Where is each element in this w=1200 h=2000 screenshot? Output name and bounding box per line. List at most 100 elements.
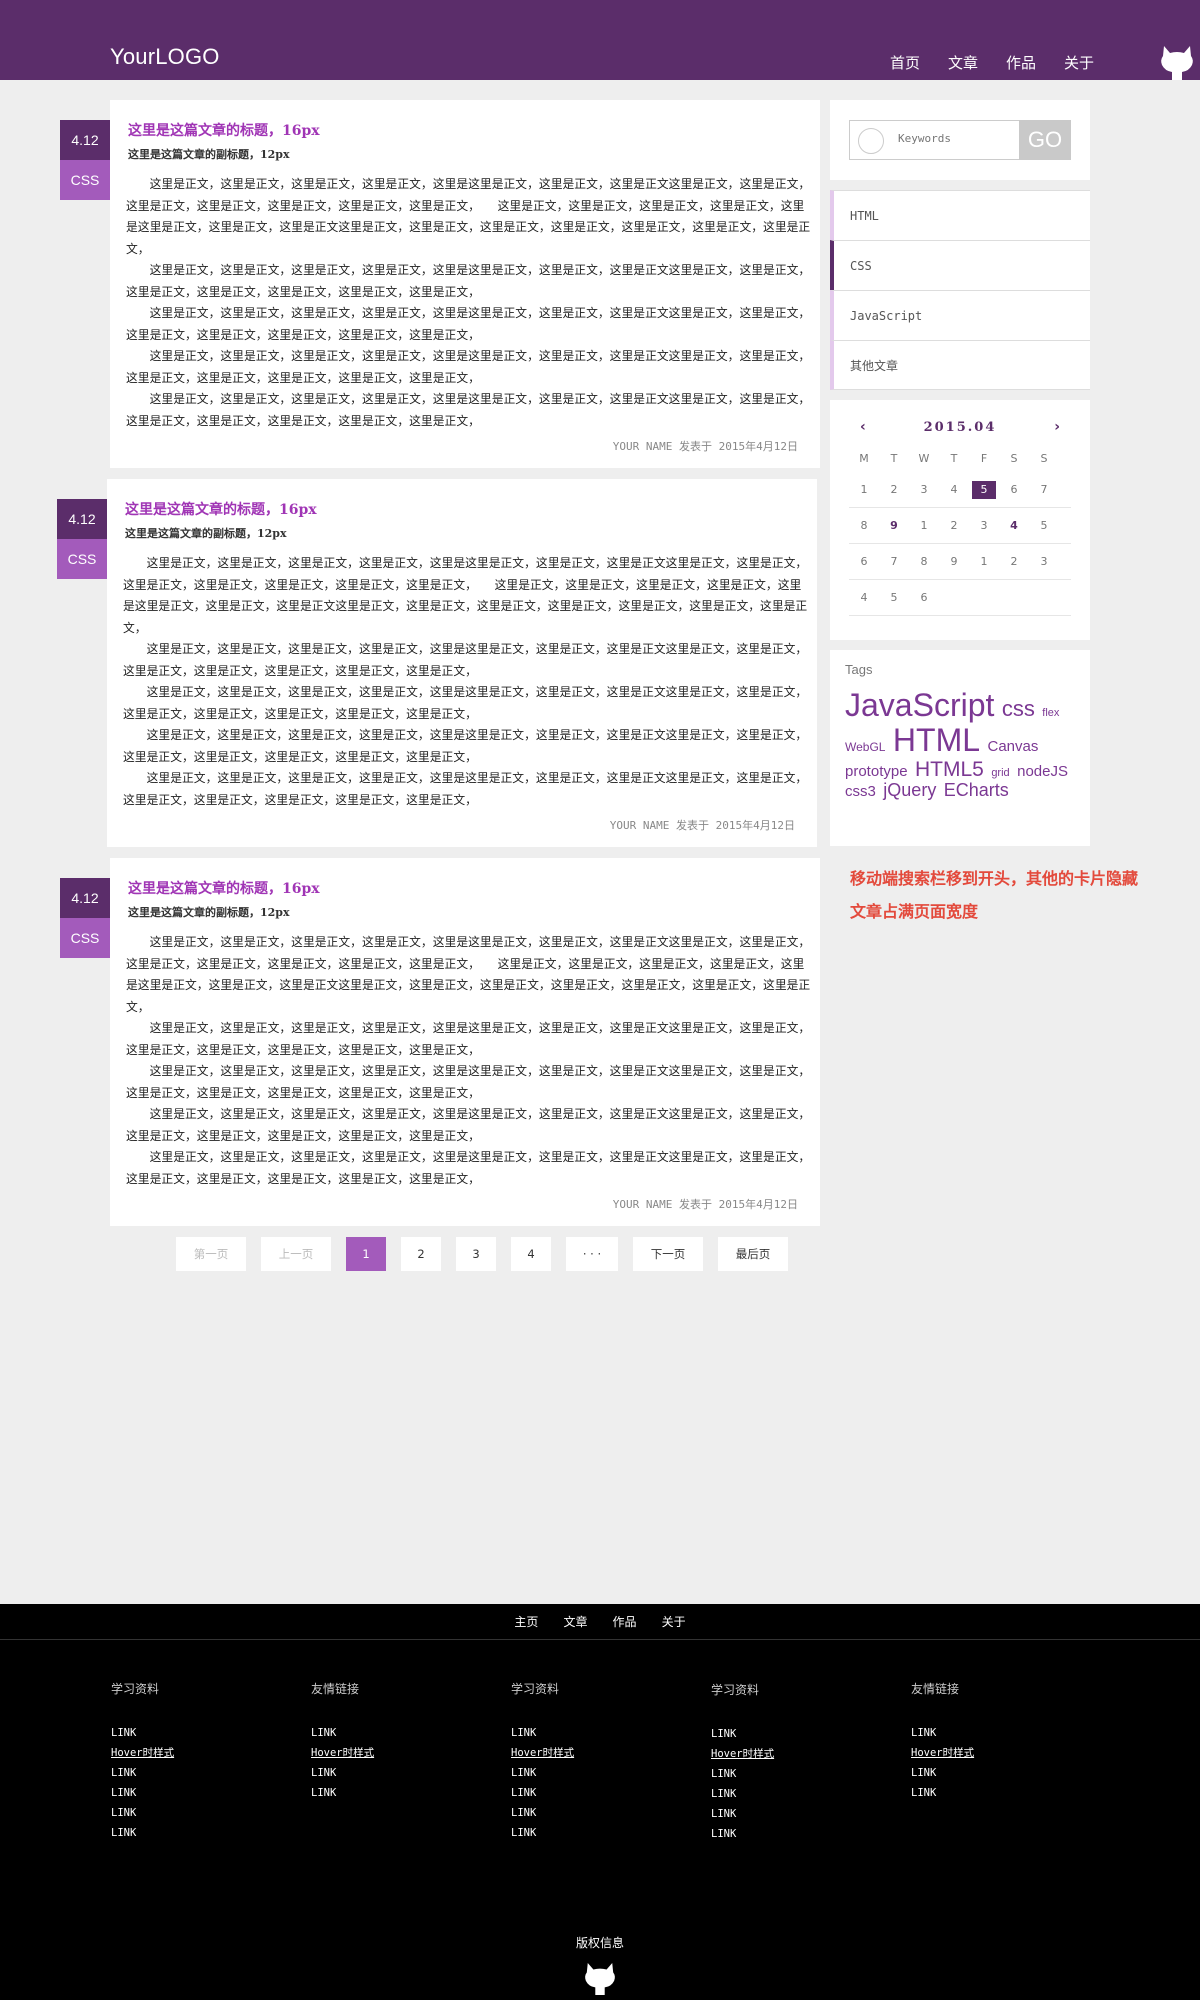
- nav-works[interactable]: 作品: [1006, 52, 1036, 73]
- footer-nav-about[interactable]: 关于: [662, 1604, 686, 1640]
- footer-link[interactable]: LINK: [711, 1724, 891, 1744]
- footer-link[interactable]: LINK: [511, 1783, 691, 1803]
- calendar-day-highlighted[interactable]: 9: [879, 519, 909, 532]
- next-page-button[interactable]: 下一页: [633, 1237, 703, 1271]
- footer-link-hover[interactable]: Hover时样式: [511, 1743, 691, 1763]
- search-input[interactable]: [898, 132, 1008, 145]
- calendar-day[interactable]: 4: [849, 591, 879, 604]
- tag-link[interactable]: HTML5: [915, 758, 984, 781]
- calendar-day[interactable]: 7: [879, 555, 909, 568]
- footer-nav-home[interactable]: 主页: [514, 1604, 538, 1640]
- nav-home[interactable]: 首页: [890, 52, 920, 73]
- last-page-button[interactable]: 最后页: [718, 1237, 788, 1271]
- tag-link[interactable]: Canvas: [987, 738, 1038, 755]
- footer-link[interactable]: LINK: [111, 1803, 291, 1823]
- tag-link[interactable]: grid: [991, 767, 1009, 779]
- footer-nav-works[interactable]: 作品: [613, 1604, 637, 1640]
- calendar-day[interactable]: 5: [879, 591, 909, 604]
- calendar-day[interactable]: 2: [999, 555, 1029, 568]
- nav-articles[interactable]: 文章: [948, 52, 978, 73]
- tag-link[interactable]: css: [1002, 696, 1035, 721]
- search-button[interactable]: GO: [1019, 120, 1071, 160]
- footer-link-hover[interactable]: Hover时样式: [911, 1743, 1091, 1763]
- nav-about[interactable]: 关于: [1064, 52, 1094, 73]
- footer-link[interactable]: LINK: [311, 1783, 491, 1803]
- calendar-day[interactable]: 2: [939, 519, 969, 532]
- category-item-html[interactable]: HTML: [830, 190, 1090, 240]
- category-item-css[interactable]: CSS: [830, 240, 1090, 290]
- logo[interactable]: YourLOGO: [110, 44, 220, 70]
- calendar-day[interactable]: 6: [909, 591, 939, 604]
- tag-link[interactable]: JavaScript: [845, 687, 994, 723]
- tag-link[interactable]: HTML: [893, 722, 980, 758]
- footer-link[interactable]: LINK: [111, 1823, 291, 1843]
- article-title[interactable]: 这里是这篇文章的标题，16px: [128, 878, 320, 898]
- footer-link[interactable]: LINK: [911, 1783, 1091, 1803]
- article-paragraph: 这里是正文，这里是正文，这里是正文，这里是正文，这里是这里是正文，这里是正文，这…: [126, 1021, 811, 1057]
- calendar-day[interactable]: 3: [969, 519, 999, 532]
- article-title[interactable]: 这里是这篇文章的标题，16px: [125, 499, 317, 519]
- tag-link[interactable]: nodeJS: [1017, 763, 1068, 781]
- footer-link[interactable]: LINK: [911, 1763, 1091, 1783]
- calendar-day[interactable]: 2: [879, 483, 909, 496]
- page-button-1[interactable]: 1: [346, 1237, 386, 1271]
- article-card: 这里是这篇文章的标题，16px 这里是这篇文章的副标题，12px 这里是正文，这…: [110, 100, 820, 468]
- calendar-day[interactable]: 1: [969, 555, 999, 568]
- calendar-day[interactable]: 8: [849, 519, 879, 532]
- calendar-day-highlighted[interactable]: 4: [999, 519, 1029, 532]
- footer-link[interactable]: LINK: [111, 1783, 291, 1803]
- footer-link[interactable]: LINK: [111, 1763, 291, 1783]
- article-paragraph: 这里是正文，这里是正文，这里是正文，这里是正文，这里是这里是正文，这里是正文，这…: [126, 349, 811, 385]
- first-page-button[interactable]: 第一页: [176, 1237, 246, 1271]
- tag-link[interactable]: css3: [845, 783, 876, 801]
- calendar-day[interactable]: 8: [909, 555, 939, 568]
- article-title[interactable]: 这里是这篇文章的标题，16px: [128, 120, 320, 140]
- page-button-4[interactable]: 4: [511, 1237, 551, 1271]
- footer-link[interactable]: LINK: [511, 1723, 691, 1743]
- footer-link[interactable]: LINK: [711, 1784, 891, 1804]
- footer-link[interactable]: LINK: [511, 1823, 691, 1843]
- footer-link[interactable]: LINK: [711, 1764, 891, 1784]
- github-icon[interactable]: [584, 1960, 616, 1996]
- page-button-2[interactable]: 2: [401, 1237, 441, 1271]
- calendar-day[interactable]: 1: [849, 483, 879, 496]
- page-button-3[interactable]: 3: [456, 1237, 496, 1271]
- footer-link[interactable]: LINK: [511, 1763, 691, 1783]
- tag-link[interactable]: flex: [1042, 707, 1059, 719]
- github-icon[interactable]: [1160, 44, 1194, 80]
- footer-link[interactable]: LINK: [311, 1723, 491, 1743]
- calendar-day[interactable]: 5: [1029, 519, 1059, 532]
- footer-link-hover[interactable]: Hover时样式: [711, 1744, 891, 1764]
- calendar-day[interactable]: 4: [939, 483, 969, 496]
- search-card: GO: [830, 100, 1090, 180]
- footer-link[interactable]: LINK: [111, 1723, 291, 1743]
- calendar-day[interactable]: 6: [999, 483, 1029, 496]
- prev-page-button[interactable]: 上一页: [261, 1237, 331, 1271]
- tag-link[interactable]: WebGL: [845, 740, 885, 754]
- footer-nav-articles[interactable]: 文章: [563, 1604, 587, 1640]
- calendar-day[interactable]: 1: [909, 519, 939, 532]
- tag-link[interactable]: ECharts: [944, 780, 1009, 801]
- tag-link[interactable]: jQuery: [883, 780, 936, 801]
- chevron-right-icon[interactable]: ›: [1054, 419, 1060, 435]
- calendar-day[interactable]: 3: [909, 483, 939, 496]
- calendar-day[interactable]: 3: [1029, 555, 1059, 568]
- calendar-day[interactable]: 9: [939, 555, 969, 568]
- footer-link[interactable]: LINK: [711, 1824, 891, 1844]
- calendar-day[interactable]: 7: [1029, 483, 1059, 496]
- tag-link[interactable]: prototype: [845, 763, 908, 781]
- footer-link-hover[interactable]: Hover时样式: [311, 1743, 491, 1763]
- footer-link[interactable]: LINK: [511, 1803, 691, 1823]
- calendar-day[interactable]: 6: [849, 555, 879, 568]
- article-category[interactable]: CSS: [60, 160, 110, 200]
- footer-link[interactable]: LINK: [911, 1723, 1091, 1743]
- calendar-week-row: 6 7 8 9 1 2 3: [849, 544, 1071, 580]
- category-item-other[interactable]: 其他文章: [830, 340, 1090, 390]
- footer-link-hover[interactable]: Hover时样式: [111, 1743, 291, 1763]
- article-category[interactable]: CSS: [57, 539, 107, 579]
- footer-link[interactable]: LINK: [711, 1804, 891, 1824]
- article-category[interactable]: CSS: [60, 918, 110, 958]
- footer-link[interactable]: LINK: [311, 1763, 491, 1783]
- category-item-javascript[interactable]: JavaScript: [830, 290, 1090, 340]
- calendar-day-selected[interactable]: 5: [972, 480, 996, 499]
